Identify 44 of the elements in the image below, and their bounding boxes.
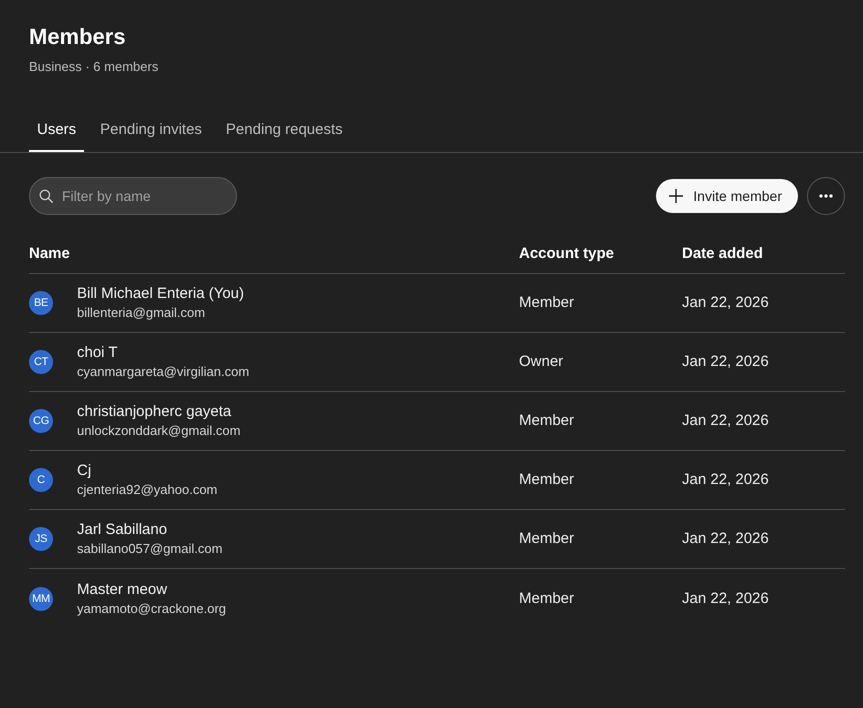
date-added-cell: Jan 22, 2026: [682, 353, 769, 370]
member-email: sabillano057@gmail.com: [77, 540, 222, 558]
plus-icon: [668, 188, 684, 204]
search-field[interactable]: Filter by name: [29, 177, 237, 215]
member-email: cjenteria92@yahoo.com: [77, 481, 218, 499]
member-name: Master meow: [77, 580, 168, 600]
account-type-cell: Member: [519, 590, 574, 606]
tab[interactable]: Pending invites: [92, 112, 210, 152]
account-type-cell: Owner: [519, 353, 564, 370]
member-email: billenteria@gmail.com: [77, 304, 206, 322]
avatar-initials: BE: [29, 291, 53, 315]
avatar-initials: JS: [29, 527, 53, 551]
date-added-cell: Jan 22, 2026: [682, 530, 769, 547]
member-name: Bill Michael Enteria (You): [77, 284, 244, 304]
account-type-cell: Member: [519, 412, 574, 429]
more-options-button[interactable]: [807, 177, 845, 215]
column-header: Name: [29, 245, 70, 262]
tab[interactable]: Pending requests: [218, 112, 351, 152]
account-type-cell: Member: [519, 530, 574, 547]
page-subtitle: Business · 6 members: [29, 58, 158, 76]
avatar-initials: MM: [29, 586, 53, 610]
column-header: Account type: [519, 245, 614, 262]
invite-member-button[interactable]: Invite member: [656, 179, 798, 213]
member-name: choi T: [77, 343, 118, 363]
date-added-cell: Jan 22, 2026: [682, 294, 769, 311]
date-added-cell: Jan 22, 2026: [682, 471, 769, 488]
account-type-cell: Member: [519, 294, 574, 311]
member-name: Cj: [77, 461, 92, 481]
avatar-initials: C: [29, 468, 53, 492]
tab[interactable]: Users: [29, 112, 84, 152]
member-email: unlockzonddark@gmail.com: [77, 422, 240, 440]
member-email: yamamoto@crackone.org: [77, 600, 226, 618]
date-added-cell: Jan 22, 2026: [682, 590, 769, 606]
more-icon: [819, 194, 833, 198]
member-email: cyanmargareta@virgilian.com: [77, 363, 250, 381]
member-name: christianjopherc gayeta: [77, 402, 232, 422]
search-icon: [39, 189, 53, 203]
page-title: Members: [29, 23, 126, 51]
date-added-cell: Jan 22, 2026: [682, 412, 769, 429]
avatar-initials: CG: [29, 409, 53, 433]
avatar-initials: CT: [29, 350, 53, 374]
account-type-cell: Member: [519, 471, 574, 488]
member-name: Jarl Sabillano: [77, 520, 168, 540]
column-header: Date added: [682, 245, 763, 262]
